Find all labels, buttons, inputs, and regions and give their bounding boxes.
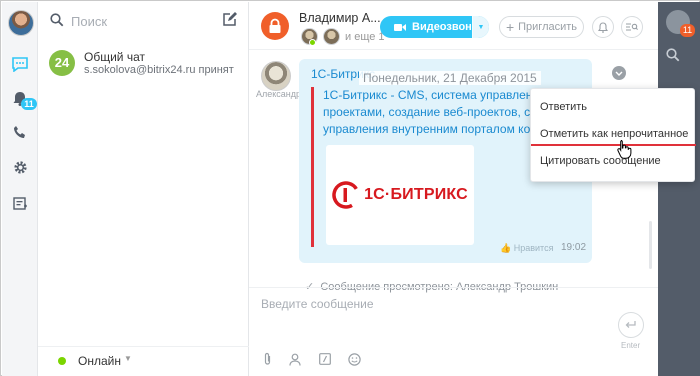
member-avatar[interactable] — [323, 28, 340, 45]
date-separator: Понедельник, 21 Декабря 2015 — [359, 71, 541, 85]
thumb-icon: 👍 — [500, 243, 512, 253]
recent-panel: 24 Общий чат s.sokolova@bitrix24.ru прин… — [38, 2, 249, 376]
chevron-down-icon: ▼ — [124, 354, 132, 363]
author-avatar[interactable] — [261, 61, 291, 91]
video-call-button[interactable]: Видеозвонок ▼ — [380, 16, 489, 38]
invite-button[interactable]: + Пригласить — [499, 16, 584, 38]
phone-icon[interactable] — [11, 123, 29, 141]
send-button[interactable] — [618, 312, 644, 338]
plus-icon: + — [505, 19, 515, 35]
settings-gear-icon[interactable] — [11, 158, 29, 176]
contacts-list-icon[interactable] — [11, 195, 29, 213]
like-label: Нравится — [513, 243, 554, 253]
online-status-dot — [58, 357, 66, 365]
chat-icon[interactable] — [11, 55, 29, 73]
search-input[interactable] — [71, 12, 211, 30]
search-row — [38, 2, 249, 40]
menu-item-mark-unread[interactable]: Отметить как непрочитанное — [531, 122, 696, 146]
chat-title: Общий чат — [84, 50, 145, 64]
compose-icon[interactable] — [222, 12, 237, 30]
chat-last-message: s.sokolova@bitrix24.ru принят — [84, 64, 234, 76]
author-short-name: Александр — [256, 89, 302, 99]
messenger-window: 11 24 Общий чат s.sokolova@bitrix24.ru п… — [0, 0, 700, 376]
more-members-link[interactable]: и еще 1 — [345, 31, 385, 43]
message-time: 19:02 — [561, 242, 587, 253]
message-menu-button[interactable] — [612, 66, 626, 80]
dialog-header: Владимир А... и еще 1 Видеозвонок ▼ + Пр… — [249, 2, 658, 50]
message-context-menu: Ответить Отметить как непрочитанное Цити… — [530, 88, 696, 182]
enter-icon — [625, 321, 636, 328]
preview-image[interactable]: 1С·БИТРИКС — [326, 145, 474, 245]
status-selector[interactable]: Онлайн ▼ — [38, 346, 249, 374]
camera-icon — [394, 23, 406, 31]
bell-icon — [598, 21, 608, 33]
dialog-title[interactable]: Владимир А... — [299, 11, 381, 25]
group-chat-avatar: 24 — [49, 50, 75, 76]
bitrix-logo-icon — [332, 181, 360, 209]
chat-list-item[interactable]: 24 Общий чат s.sokolova@bitrix24.ru прин… — [38, 44, 249, 84]
hand-cursor-icon — [616, 139, 632, 162]
left-rail: 11 — [2, 2, 38, 376]
search-list-icon — [626, 23, 638, 31]
dialog-panel: Владимир А... и еще 1 Видеозвонок ▼ + Пр… — [249, 2, 658, 376]
online-status-dot — [309, 39, 316, 46]
notifications-badge: 11 — [21, 98, 37, 110]
lock-icon — [261, 12, 289, 40]
search-icon — [50, 13, 64, 30]
bitrix-logo-text: 1С·БИТРИКС — [364, 186, 468, 203]
strip-search-icon[interactable] — [666, 48, 680, 65]
video-call-dropdown-icon[interactable]: ▼ — [472, 16, 489, 38]
menu-item-quote[interactable]: Цитировать сообщение — [531, 149, 696, 173]
smile-icon[interactable] — [346, 351, 362, 367]
enter-hint: Enter — [621, 341, 641, 350]
status-label: Онлайн — [78, 354, 121, 368]
right-strip: 11 — [658, 2, 700, 376]
attach-file-icon[interactable] — [259, 351, 275, 367]
mention-user-icon[interactable] — [287, 351, 303, 367]
scrollbar[interactable] — [649, 221, 652, 269]
strip-badge: 11 — [680, 24, 695, 37]
chevron-down-icon — [615, 71, 623, 76]
invite-label: Пригласить — [518, 21, 578, 33]
search-history-button[interactable] — [621, 16, 643, 38]
composer: Enter — [249, 287, 658, 376]
user-avatar[interactable] — [8, 10, 34, 36]
command-icon[interactable] — [317, 351, 333, 367]
like-button[interactable]: 👍 Нравится — [500, 243, 553, 254]
menu-item-reply[interactable]: Ответить — [531, 95, 696, 119]
mute-bell-button[interactable] — [592, 16, 614, 38]
message-input[interactable] — [261, 297, 591, 341]
